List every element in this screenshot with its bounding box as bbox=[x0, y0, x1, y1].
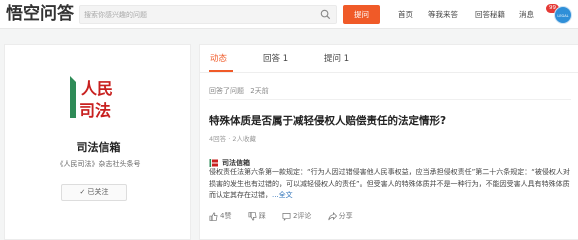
read-full-link[interactable]: ...全文 bbox=[272, 191, 293, 199]
favorite-count: 2人收藏 bbox=[232, 135, 256, 143]
author-logo-icon bbox=[209, 157, 219, 168]
profile-description: 《人民司法》杂志社头条号 bbox=[56, 160, 141, 168]
comment-button[interactable]: 2评论 bbox=[282, 211, 311, 221]
nav-answer-tips[interactable]: 回答秘籍 bbox=[475, 9, 505, 20]
user-avatar[interactable]: LEGAL bbox=[554, 6, 572, 24]
tab-answers[interactable]: 回答 1 bbox=[263, 52, 288, 64]
share-label: 分享 bbox=[338, 212, 353, 220]
profile-card: 人民 司法 司法信箱 《人民司法》杂志社头条号 ✓ 已关注 bbox=[4, 44, 191, 240]
comment-count: 2评论 bbox=[292, 212, 312, 220]
user-avatar-text: LEGAL bbox=[557, 14, 569, 18]
like-count: 4赞 bbox=[220, 212, 232, 220]
active-tab-indicator bbox=[209, 70, 233, 72]
answer-actions: 4赞 踩 2评论 分享 bbox=[209, 211, 367, 221]
site-logo[interactable]: 悟空问答 bbox=[6, 4, 74, 24]
emblem-green-mark bbox=[70, 76, 76, 118]
ask-question-button[interactable]: 提问 bbox=[343, 5, 380, 24]
profile-name: 司法信箱 bbox=[76, 141, 121, 154]
dislike-button[interactable]: 踩 bbox=[248, 211, 266, 221]
like-button[interactable]: 4赞 bbox=[209, 211, 231, 221]
answer-author[interactable]: 司法信箱 bbox=[209, 152, 250, 168]
activity-action: 回答了问题 bbox=[209, 87, 244, 95]
answer-excerpt-text: 侵权责任法第六条第一款规定：“行为人因过错侵害他人民事权益，应当承担侵权责任”第… bbox=[209, 168, 570, 199]
followed-button[interactable]: ✓ 已关注 bbox=[61, 184, 127, 201]
nav-waiting-for-answer[interactable]: 等我来答 bbox=[428, 9, 458, 20]
nav-messages[interactable]: 消息 bbox=[519, 9, 534, 20]
question-meta: 4回答 · 2人收藏 bbox=[209, 135, 256, 143]
comment-icon bbox=[282, 212, 291, 221]
thumbs-down-icon bbox=[248, 211, 257, 220]
question-title[interactable]: 特殊体质是否属于减轻侵权人赔偿责任的法定情形? bbox=[209, 113, 446, 128]
search-box[interactable] bbox=[79, 5, 337, 24]
tab-questions[interactable]: 提问 1 bbox=[324, 52, 349, 64]
emblem-bottom-text: 司法 bbox=[79, 101, 111, 120]
thumbs-up-icon bbox=[209, 212, 218, 221]
activity-feed: 动态 回答 1 提问 1 回答了问题 2天前 特殊体质是否属于减轻侵权人赔偿责任… bbox=[199, 44, 578, 240]
nav-home[interactable]: 首页 bbox=[398, 9, 413, 20]
emblem-top-text: 人民 bbox=[81, 79, 113, 98]
share-icon bbox=[328, 211, 337, 220]
emblem-graphic: 人民 司法 bbox=[66, 70, 120, 124]
top-navigation-bar: 悟空问答 提问 首页 等我来答 回答秘籍 消息 99 LEGAL bbox=[0, 0, 578, 29]
tab-activity[interactable]: 动态 bbox=[210, 52, 227, 64]
answer-count: 4回答 bbox=[209, 135, 227, 143]
divider bbox=[209, 99, 571, 100]
share-button[interactable]: 分享 bbox=[328, 211, 353, 221]
activity-time: 2天前 bbox=[250, 87, 269, 95]
answer-excerpt[interactable]: 侵权责任法第六条第一款规定：“行为人因过错侵害他人民事权益，应当承担侵权责任”第… bbox=[209, 167, 575, 202]
dislike-label: 踩 bbox=[258, 212, 266, 220]
search-input[interactable] bbox=[84, 8, 309, 21]
answer-author-name: 司法信箱 bbox=[222, 158, 250, 167]
activity-line: 回答了问题 2天前 bbox=[209, 86, 269, 96]
people-judicature-emblem: 人民 司法 bbox=[62, 66, 124, 128]
search-icon[interactable] bbox=[320, 9, 331, 20]
profile-tabs: 动态 回答 1 提问 1 bbox=[200, 45, 578, 73]
